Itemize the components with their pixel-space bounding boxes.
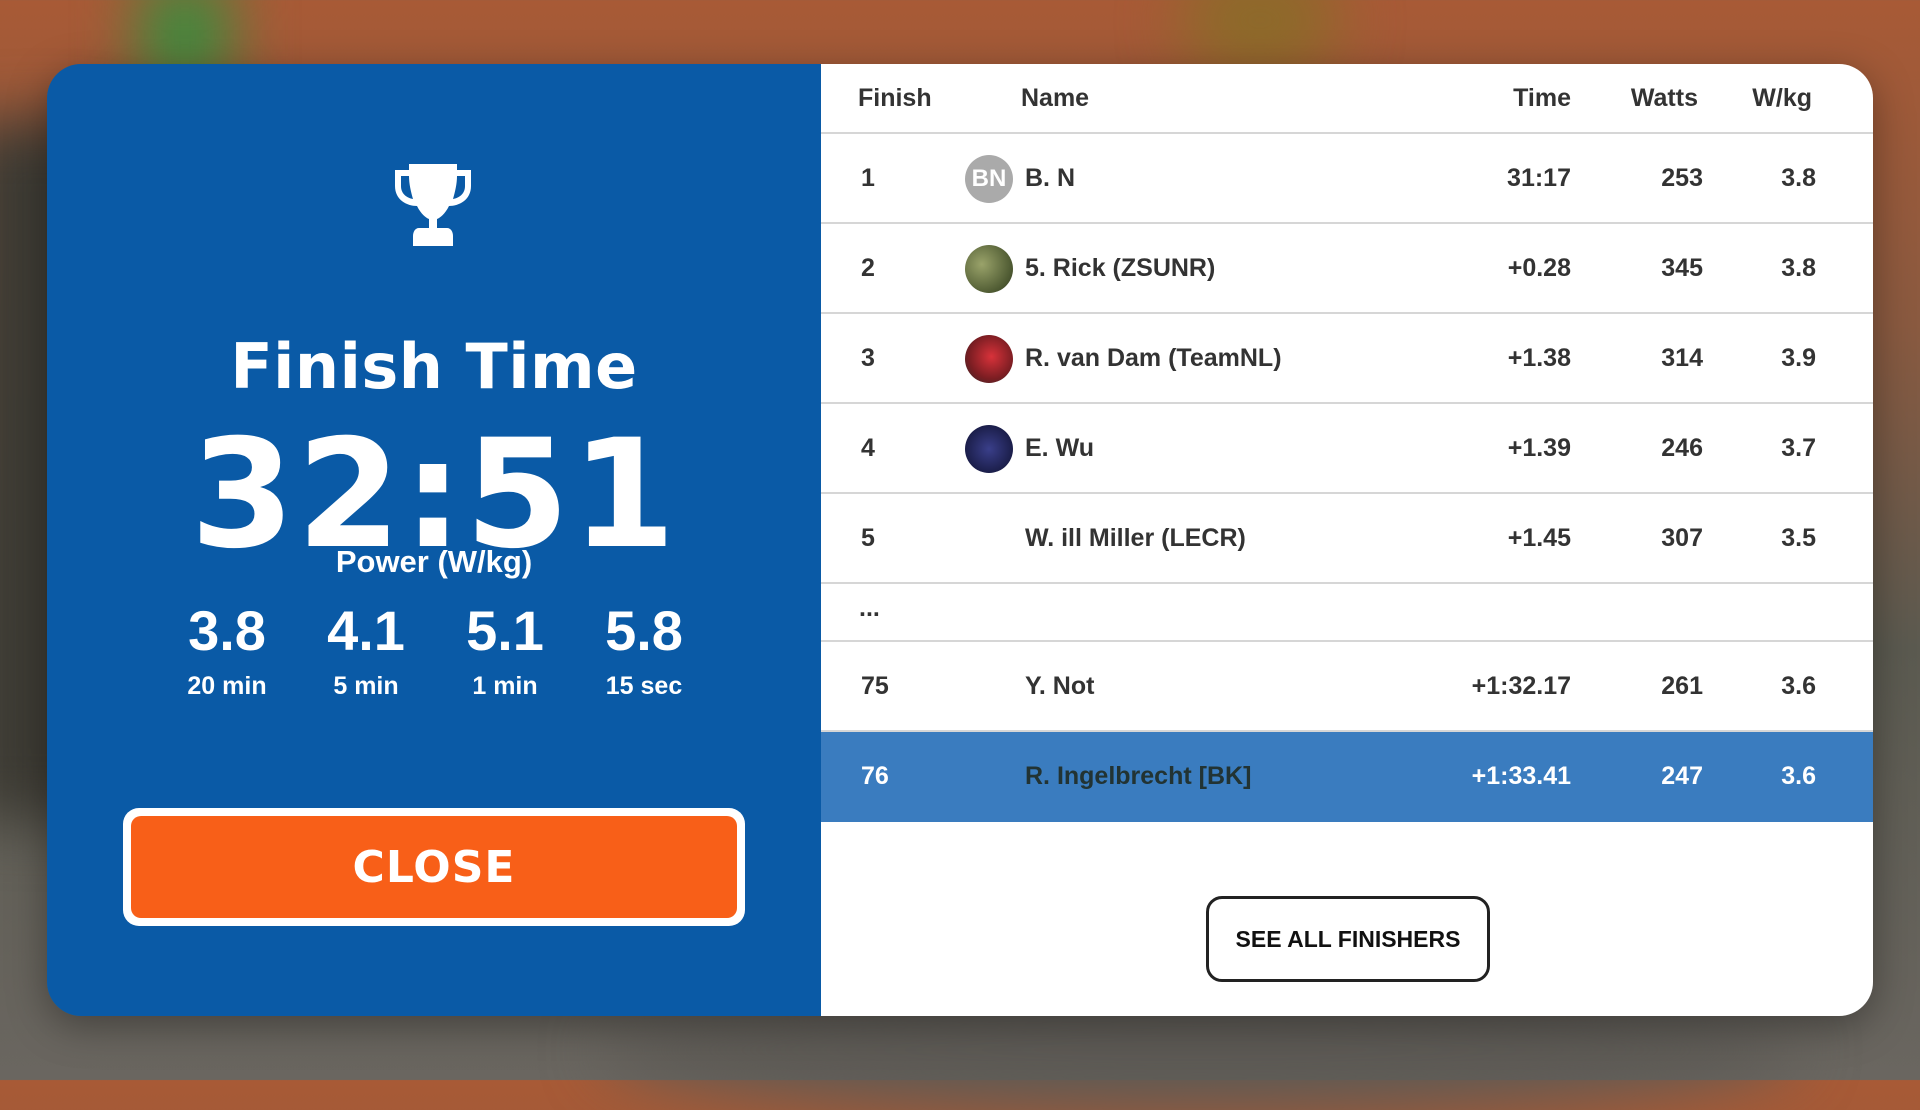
table-header: Finish Name Time Watts W/kg (821, 64, 1873, 134)
power-stat-5min: 4.1 5 min (306, 598, 426, 700)
row-time: +1:33.41 (1471, 762, 1571, 790)
trophy-icon (395, 164, 471, 246)
row-watts: 345 (1661, 254, 1703, 282)
power-value: 4.1 (327, 599, 405, 662)
row-watts: 247 (1661, 762, 1703, 790)
row-wkg: 3.5 (1781, 524, 1816, 552)
table-row[interactable]: 3 R. van Dam (TeamNL) +1.38 314 3.9 (821, 314, 1873, 404)
table-row[interactable]: 2 5. Rick (ZSUNR) +0.28 345 3.8 (821, 224, 1873, 314)
header-wkg[interactable]: W/kg (1752, 84, 1812, 113)
header-finish[interactable]: Finish (858, 84, 932, 113)
row-watts: 261 (1661, 672, 1703, 700)
row-position: 4 (861, 434, 875, 462)
power-stat-1min: 5.1 1 min (445, 598, 565, 700)
header-name[interactable]: Name (1021, 84, 1089, 113)
close-button-label: CLOSE (131, 816, 737, 918)
row-name: W. ill Miller (LECR) (1025, 524, 1246, 552)
ellipsis: ... (859, 594, 880, 622)
row-name: 5. Rick (ZSUNR) (1025, 254, 1216, 282)
power-value: 5.1 (466, 599, 544, 662)
power-stat-20min: 3.8 20 min (167, 598, 287, 700)
results-table: Finish Name Time Watts W/kg 1 BN B. N 31… (821, 64, 1873, 1016)
power-value: 3.8 (188, 599, 266, 662)
row-name: R. Ingelbrecht [BK] (1025, 762, 1252, 790)
power-stats: 3.8 20 min 4.1 5 min 5.1 1 min 5.8 15 se… (167, 598, 704, 700)
finish-summary-panel: Finish Time 32:51 Power (W/kg) 3.8 20 mi… (47, 64, 821, 1016)
row-time: +0.28 (1507, 254, 1571, 282)
row-wkg: 3.8 (1781, 254, 1816, 282)
power-duration: 5 min (333, 672, 399, 700)
power-duration: 15 sec (605, 672, 683, 700)
table-gap-row: ... (821, 584, 1873, 642)
row-time: +1.39 (1507, 434, 1571, 462)
row-wkg: 3.8 (1781, 164, 1816, 192)
power-duration: 20 min (187, 672, 267, 700)
row-wkg: 3.6 (1781, 672, 1816, 700)
header-time[interactable]: Time (1513, 84, 1571, 113)
row-name: B. N (1025, 164, 1075, 192)
header-watts[interactable]: Watts (1631, 84, 1698, 113)
table-row[interactable]: 75 Y. Not +1:32.17 261 3.6 (821, 642, 1873, 732)
power-value: 5.8 (605, 599, 683, 662)
see-all-finishers-button[interactable]: SEE ALL FINISHERS (1206, 896, 1490, 982)
row-position: 5 (861, 524, 875, 552)
power-stat-15sec: 5.8 15 sec (584, 598, 704, 700)
row-name: E. Wu (1025, 434, 1094, 462)
table-row[interactable]: 1 BN B. N 31:17 253 3.8 (821, 134, 1873, 224)
row-position: 2 (861, 254, 875, 282)
row-wkg: 3.7 (1781, 434, 1816, 462)
row-time: +1.45 (1507, 524, 1571, 552)
row-watts: 253 (1661, 164, 1703, 192)
row-name: Y. Not (1025, 672, 1095, 700)
row-time: +1.38 (1507, 344, 1571, 372)
row-position: 75 (861, 672, 889, 700)
row-watts: 246 (1661, 434, 1703, 462)
results-dialog: Finish Time 32:51 Power (W/kg) 3.8 20 mi… (47, 64, 1873, 1016)
row-watts: 307 (1661, 524, 1703, 552)
power-duration: 1 min (472, 672, 538, 700)
row-time: +1:32.17 (1471, 672, 1571, 700)
power-label: Power (W/kg) (335, 544, 533, 579)
row-position: 1 (861, 164, 875, 192)
row-name: R. van Dam (TeamNL) (1025, 344, 1282, 372)
finish-time-title: Finish Time (230, 330, 638, 403)
row-position: 76 (861, 762, 889, 790)
table-row-current-user[interactable]: 76 R. Ingelbrecht [BK] +1:33.41 247 3.6 (821, 732, 1873, 822)
avatar (965, 425, 1013, 473)
avatar: BN (965, 155, 1013, 203)
row-time: 31:17 (1507, 164, 1571, 192)
row-wkg: 3.6 (1781, 762, 1816, 790)
table-row[interactable]: 4 E. Wu +1.39 246 3.7 (821, 404, 1873, 494)
close-button[interactable]: CLOSE (123, 808, 745, 926)
avatar (965, 245, 1013, 293)
avatar (965, 335, 1013, 383)
row-position: 3 (861, 344, 875, 372)
table-row[interactable]: 5 W. ill Miller (LECR) +1.45 307 3.5 (821, 494, 1873, 584)
row-wkg: 3.9 (1781, 344, 1816, 372)
row-watts: 314 (1661, 344, 1703, 372)
